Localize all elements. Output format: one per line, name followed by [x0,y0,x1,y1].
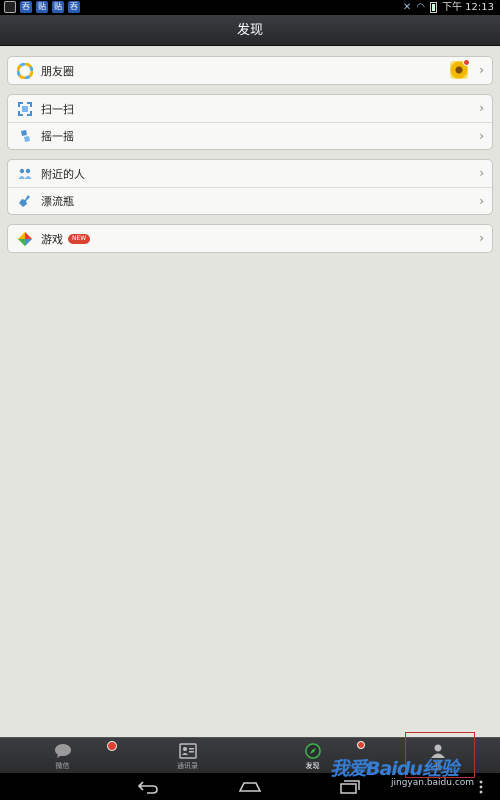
tab-contacts[interactable]: 通讯录 [125,738,250,774]
tab-label: 微信 [55,762,70,770]
app-notification-icon: 吞 [20,1,32,13]
bottle-icon [16,192,34,210]
chevron-right-icon: › [479,194,484,208]
nearby-icon [16,165,34,183]
unread-badge [107,741,117,751]
list-item-label: 扫一扫 [41,102,74,116]
list-item-moments[interactable]: 朋友圈 › [8,57,492,84]
list-item-scan[interactable]: 扫一扫 › [8,95,492,122]
list-item-shake[interactable]: 摇一摇 › [8,122,492,149]
battery-icon [430,2,437,13]
list-item-bottle[interactable]: 漂流瓶 › [8,187,492,214]
shake-icon [16,127,34,145]
discover-group-games: 游戏 NEW › [7,224,493,253]
status-time: 下午 12:13 [442,2,494,13]
status-bar-right: ✕ ◠ 下午 12:13 [403,1,494,14]
home-icon[interactable] [230,777,270,796]
tab-label: 通讯录 [177,762,198,770]
unread-dot [357,741,365,749]
discover-group-moments: 朋友圈 › [7,56,493,85]
discover-group-nearby-bottle: 附近的人 › 漂流瓶 › [7,159,493,215]
list-item-nearby[interactable]: 附近的人 › [8,160,492,187]
list-item-games[interactable]: 游戏 NEW › [8,225,492,252]
chevron-right-icon: › [479,129,484,143]
contacts-icon [178,743,197,759]
tab-chats[interactable]: 微信 [0,738,125,774]
status-bar-left: 吞 贴 贴 吞 [4,1,80,13]
gallery-notification-icon [4,1,16,13]
wifi-icon: ◠ [416,2,425,13]
scan-icon [16,100,34,118]
app-notification-icon: 贴 [36,1,48,13]
app-notification-icon: 吞 [68,1,80,13]
watermark-url: jingyan.baidu.com [391,778,475,788]
list-item-label: 朋友圈 [41,64,74,78]
new-badge: NEW [68,233,91,244]
moments-icon [16,62,34,80]
chevron-right-icon: › [479,63,484,77]
discover-group-scan-shake: 扫一扫 › 摇一摇 › [7,94,493,150]
status-bar: 吞 贴 贴 吞 ✕ ◠ 下午 12:13 [0,0,500,15]
page-title: 发现 [236,23,263,38]
chevron-right-icon: › [479,231,484,245]
unread-dot [463,59,470,66]
list-item-label: 摇一摇 [41,130,74,143]
list-item-label: 漂流瓶 [41,195,74,208]
game-icon [16,230,34,248]
back-icon[interactable] [128,777,168,796]
watermark-text: 我爱Baidu经验 [330,758,459,780]
bluetooth-icon: ✕ [402,2,412,13]
list-item-label: 附近的人 [41,167,85,181]
list-item-label: 游戏 [41,232,63,246]
chevron-right-icon: › [479,101,484,115]
app-notification-icon: 贴 [52,1,64,13]
chat-icon [54,743,72,759]
compass-icon [304,743,322,759]
chevron-right-icon: › [479,166,484,180]
title-bar: 发现 [0,15,500,46]
